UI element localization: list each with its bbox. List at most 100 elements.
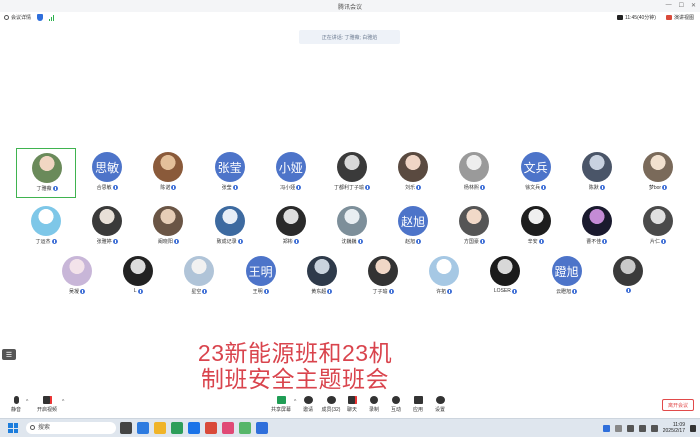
participant-name-row: 赵旭 (383, 238, 443, 245)
participant-name-row: 郑彬 (261, 238, 321, 245)
apps-button[interactable]: 应用 (406, 396, 430, 413)
taskbar-search-input[interactable]: 搜索 (26, 422, 116, 434)
participant-tile[interactable]: 片仁 (628, 202, 688, 252)
participant-name: 徐文兵 (525, 185, 541, 191)
participant-tile[interactable]: 刘乐 (383, 148, 443, 198)
record-button[interactable]: 录制 (362, 396, 386, 413)
leave-meeting-button[interactable]: 离开会议 (662, 399, 694, 411)
participant-name-row: 曹不佳 (567, 238, 627, 245)
maximize-icon[interactable]: ☐ (679, 2, 684, 9)
participant-tile[interactable]: 梦bor (628, 148, 688, 198)
invite-button[interactable]: 邀请 (296, 396, 320, 413)
participant-name-row: 黄东超 (292, 288, 352, 295)
wifi-icon[interactable] (626, 424, 634, 432)
security-shield-icon[interactable] (37, 14, 44, 21)
participant-avatar (153, 152, 184, 182)
participant-tile[interactable]: 丁雅薇 (16, 148, 76, 198)
red-app-icon[interactable] (222, 422, 234, 434)
meeting-duration[interactable]: 11:45(40分钟) (616, 14, 656, 21)
participant-name: 王明 (252, 289, 263, 295)
participant-tile[interactable]: 赵旭 赵旭 (383, 202, 443, 252)
task-view-icon[interactable] (120, 422, 132, 434)
participant-name-row: LOSER (475, 288, 535, 294)
participant-tile[interactable]: 文兵 徐文兵 (506, 148, 566, 198)
participant-tile[interactable]: LOSER (475, 252, 535, 302)
side-menu-button[interactable]: ☰ (2, 349, 16, 360)
battery-icon[interactable] (650, 424, 658, 432)
excel-icon[interactable] (171, 422, 183, 434)
participant-tile[interactable]: 丁子瑜 (353, 252, 413, 302)
timer-icon (616, 15, 623, 20)
video-button[interactable]: 开启视频 (32, 396, 62, 413)
meeting-window: 腾讯会议 — ☐ ✕ 会议详情 11:45(40分钟) 演讲视图 正在讲话: 丁… (0, 0, 700, 437)
participant-name-row: 王明 (231, 288, 291, 295)
participant-name: 丁运杰 (35, 239, 51, 245)
participant-tile[interactable]: 丁运杰 (16, 202, 76, 252)
network-signal-icon[interactable] (49, 14, 55, 21)
participant-tile[interactable]: 阚晓阳 (138, 202, 198, 252)
edge-browser-icon[interactable] (137, 422, 149, 434)
participant-avatar (459, 152, 490, 182)
participant-tile[interactable] (598, 252, 658, 302)
lenovo-app-icon[interactable] (188, 422, 200, 434)
participant-tile[interactable]: 沈巍巍 (322, 202, 382, 252)
muted-mic-icon (327, 289, 333, 294)
tencent-meeting-taskbar-icon[interactable] (256, 422, 268, 434)
participant-tile[interactable]: 许拓 (414, 252, 474, 302)
participant-name: 星空 (191, 289, 202, 295)
participant-tile[interactable]: 杨林熙 (444, 148, 504, 198)
close-icon[interactable]: ✕ (691, 2, 696, 9)
windows-start-icon[interactable] (8, 423, 18, 433)
participant-tile[interactable]: 曹不佳 (567, 202, 627, 252)
participant-tile[interactable]: 张莹 张莹 (200, 148, 260, 198)
participant-name-row: 阚晓阳 (138, 238, 198, 245)
participant-tile[interactable]: 张雅婷 (77, 202, 137, 252)
participant-name-row: 梦bor (628, 184, 688, 191)
interact-button[interactable]: 互动 (384, 396, 408, 413)
muted-mic-icon (365, 185, 370, 190)
participant-tile[interactable]: 小娅 冯小娅 (261, 148, 321, 198)
wps-office-icon[interactable] (205, 422, 217, 434)
participant-name-row: 方国豪 (444, 238, 504, 245)
participant-tile[interactable]: 丁都利丁子瑜 (322, 148, 382, 198)
view-switch-button[interactable]: 演讲视图 (665, 14, 694, 21)
participant-name: L (133, 288, 137, 294)
system-clock[interactable]: 11:09 2025/2/17 (663, 422, 685, 434)
tray-app-icon[interactable] (602, 424, 610, 432)
share-screen-button[interactable]: 共享屏幕 (268, 396, 294, 413)
muted-mic-icon (52, 186, 58, 191)
meeting-info-left: 会议详情 (4, 14, 55, 21)
muted-mic-icon (479, 239, 485, 244)
mute-options-chevron-icon[interactable]: ^ (26, 399, 28, 405)
participant-avatar (31, 206, 61, 236)
participant-tile[interactable]: 王明 王明 (231, 252, 291, 302)
participant-tile[interactable]: 辛安 (506, 202, 566, 252)
mute-button[interactable]: 静音 (4, 396, 28, 413)
participant-tile[interactable]: L (108, 252, 168, 302)
participant-tile[interactable]: 蹬旭 云瞪旭 (537, 252, 597, 302)
participant-tile[interactable]: 致成记录 (200, 202, 260, 252)
participant-tile[interactable]: 星空 (169, 252, 229, 302)
meeting-details-button[interactable]: 会议详情 (4, 14, 31, 21)
video-options-chevron-icon[interactable]: ^ (62, 399, 64, 405)
muted-mic-icon (572, 289, 578, 294)
participant-tile[interactable]: 思敏 合思敏 (77, 148, 137, 198)
file-explorer-icon[interactable] (154, 422, 166, 434)
participant-tile[interactable]: 方国豪 (444, 202, 504, 252)
participant-tile[interactable]: 陈诺 (138, 148, 198, 198)
participant-name-row: 丁都利丁子瑜 (322, 184, 382, 191)
participant-tile[interactable]: 吴凝 (47, 252, 107, 302)
wechat-icon[interactable] (239, 422, 251, 434)
participant-tile[interactable]: 黄东超 (292, 252, 352, 302)
notification-icon[interactable] (690, 424, 696, 432)
share-screen-icon (276, 396, 286, 404)
participant-tile[interactable]: 陈默 (567, 148, 627, 198)
settings-button[interactable]: 设置 (428, 396, 452, 413)
participant-tile[interactable]: 郑彬 (261, 202, 321, 252)
chat-button[interactable]: 聊天 (340, 396, 364, 413)
tray-chevron-icon[interactable] (614, 424, 622, 432)
volume-icon[interactable] (638, 424, 646, 432)
minimize-icon[interactable]: — (666, 2, 672, 9)
participant-avatar (337, 206, 367, 236)
participant-name: 张雅婷 (96, 239, 112, 245)
